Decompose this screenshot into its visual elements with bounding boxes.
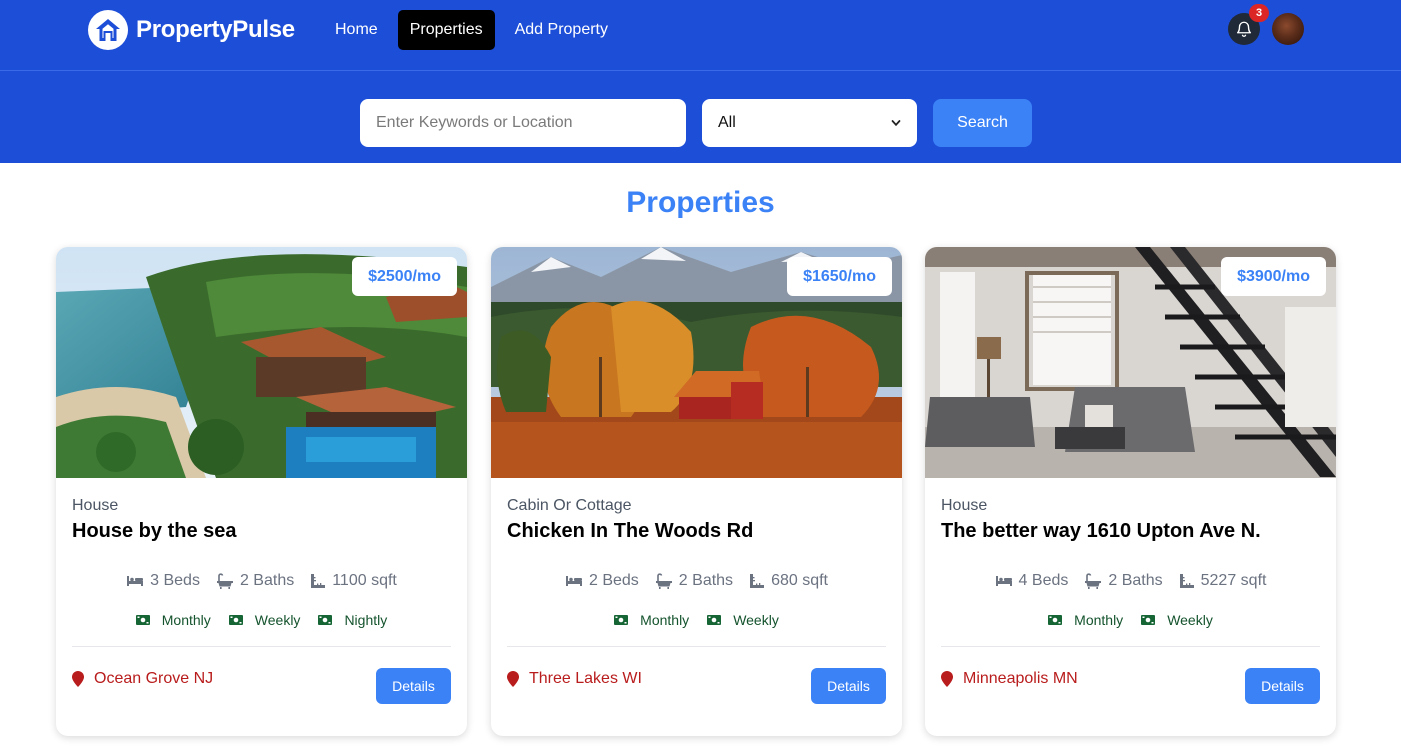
page-title: Properties bbox=[626, 186, 775, 219]
property-type: House bbox=[941, 497, 988, 514]
sqft-label: 5227 sqft bbox=[1200, 572, 1267, 589]
rate-monthly: Monthly bbox=[1048, 612, 1123, 628]
rate-label: Monthly bbox=[161, 612, 211, 628]
card-divider bbox=[507, 646, 886, 647]
sqft-feature: 680 sqft bbox=[749, 572, 828, 590]
rate-monthly: Monthly bbox=[614, 612, 689, 628]
bed-icon bbox=[565, 576, 582, 586]
property-location: Ocean Grove NJ bbox=[72, 670, 213, 688]
price-tag: $3900/mo bbox=[1221, 257, 1326, 296]
bath-icon bbox=[1085, 573, 1102, 589]
details-button[interactable]: Details bbox=[376, 668, 451, 704]
sqft-feature: 1100 sqft bbox=[310, 572, 397, 590]
beds-label: 4 Beds bbox=[1018, 572, 1069, 589]
money-bill-icon bbox=[135, 615, 150, 625]
nav-link-properties[interactable]: Properties bbox=[397, 10, 495, 50]
baths-feature: 2 Baths bbox=[655, 572, 733, 590]
property-type: Cabin Or Cottage bbox=[507, 497, 632, 514]
property-name: Chicken In The Woods Rd bbox=[507, 520, 754, 542]
money-bill-icon bbox=[318, 615, 333, 625]
beds-feature: 2 Beds bbox=[565, 572, 639, 590]
map-marker-icon bbox=[72, 671, 84, 687]
rate-types: Monthly Weekly bbox=[925, 612, 1336, 628]
money-bill-icon bbox=[1048, 615, 1063, 625]
rate-weekly: Weekly bbox=[707, 612, 779, 628]
property-features: 2 Beds 2 Baths 680 sqft bbox=[491, 572, 902, 590]
property-location: Minneapolis MN bbox=[941, 670, 1078, 688]
search-hero: All Search bbox=[0, 71, 1401, 163]
rate-label: Monthly bbox=[640, 612, 690, 628]
baths-label: 2 Baths bbox=[678, 572, 734, 589]
card-divider bbox=[72, 646, 451, 647]
brand-name: PropertyPulse bbox=[136, 16, 295, 43]
sqft-label: 680 sqft bbox=[771, 572, 828, 589]
rate-weekly: Weekly bbox=[1141, 612, 1213, 628]
brand-logo[interactable]: PropertyPulse bbox=[88, 10, 295, 50]
location-label: Minneapolis MN bbox=[963, 670, 1078, 687]
beds-label: 2 Beds bbox=[588, 572, 639, 589]
nav-links: Home Properties Add Property bbox=[323, 10, 628, 50]
rate-label: Weekly bbox=[254, 612, 301, 628]
money-bill-icon bbox=[707, 615, 722, 625]
money-bill-icon bbox=[228, 615, 243, 625]
house-icon bbox=[88, 10, 128, 50]
beds-feature: 4 Beds bbox=[995, 572, 1069, 590]
property-card: $1650/mo Cabin Or Cottage Chicken In The… bbox=[491, 247, 902, 736]
nav-link-add-property[interactable]: Add Property bbox=[503, 10, 620, 50]
rate-label: Weekly bbox=[1167, 612, 1213, 628]
location-label: Ocean Grove NJ bbox=[94, 670, 214, 687]
money-bill-icon bbox=[614, 615, 629, 625]
property-location: Three Lakes WI bbox=[507, 670, 642, 688]
property-type-select[interactable]: All bbox=[702, 99, 917, 147]
card-divider bbox=[941, 646, 1320, 647]
property-type-value: All bbox=[718, 114, 736, 131]
sqft-label: 1100 sqft bbox=[332, 572, 397, 589]
baths-label: 2 Baths bbox=[239, 572, 295, 589]
rate-nightly: Nightly bbox=[318, 612, 387, 628]
bell-icon bbox=[1236, 21, 1252, 37]
money-bill-icon bbox=[1141, 615, 1156, 625]
bed-icon bbox=[995, 576, 1012, 586]
notification-count-badge: 3 bbox=[1249, 4, 1269, 22]
details-button[interactable]: Details bbox=[811, 668, 886, 704]
rate-types: Monthly Weekly bbox=[491, 612, 902, 628]
user-avatar[interactable] bbox=[1272, 13, 1304, 45]
search-button[interactable]: Search bbox=[933, 99, 1032, 147]
property-card: $3900/mo House The better way 1610 Upton… bbox=[925, 247, 1336, 736]
bath-icon bbox=[216, 573, 233, 589]
search-input[interactable] bbox=[360, 99, 686, 147]
property-name: The better way 1610 Upton Ave N. bbox=[941, 520, 1261, 542]
chevron-down-icon bbox=[891, 120, 901, 127]
property-features: 3 Beds 2 Baths 1100 sqft bbox=[56, 572, 467, 590]
ruler-icon bbox=[1179, 574, 1194, 588]
bed-icon bbox=[127, 576, 144, 586]
rate-label: Monthly bbox=[1074, 612, 1124, 628]
ruler-icon bbox=[750, 574, 765, 588]
map-marker-icon bbox=[941, 671, 953, 687]
location-label: Three Lakes WI bbox=[529, 670, 642, 687]
price-tag: $2500/mo bbox=[352, 257, 457, 296]
property-type: House bbox=[72, 497, 119, 514]
rate-monthly: Monthly bbox=[135, 612, 211, 628]
ruler-icon bbox=[311, 574, 326, 588]
baths-feature: 2 Baths bbox=[1084, 572, 1163, 590]
navbar: PropertyPulse Home Properties Add Proper… bbox=[0, 0, 1401, 71]
nav-link-home[interactable]: Home bbox=[323, 10, 390, 50]
baths-label: 2 Baths bbox=[1108, 572, 1163, 589]
rate-types: Monthly Weekly Nightly bbox=[56, 612, 467, 628]
beds-label: 3 Beds bbox=[150, 572, 200, 589]
rate-label: Weekly bbox=[733, 612, 779, 628]
baths-feature: 2 Baths bbox=[216, 572, 294, 590]
property-features: 4 Beds 2 Baths 5227 sqft bbox=[925, 572, 1336, 590]
property-card: $2500/mo House House by the sea 3 Beds 2… bbox=[56, 247, 467, 736]
bath-icon bbox=[655, 573, 672, 589]
rate-weekly: Weekly bbox=[228, 612, 301, 628]
details-button[interactable]: Details bbox=[1245, 668, 1320, 704]
beds-feature: 3 Beds bbox=[126, 572, 200, 590]
property-name: House by the sea bbox=[72, 520, 237, 542]
map-marker-icon bbox=[507, 671, 519, 687]
price-tag: $1650/mo bbox=[787, 257, 892, 296]
sqft-feature: 5227 sqft bbox=[1179, 572, 1267, 590]
rate-label: Nightly bbox=[344, 612, 388, 628]
